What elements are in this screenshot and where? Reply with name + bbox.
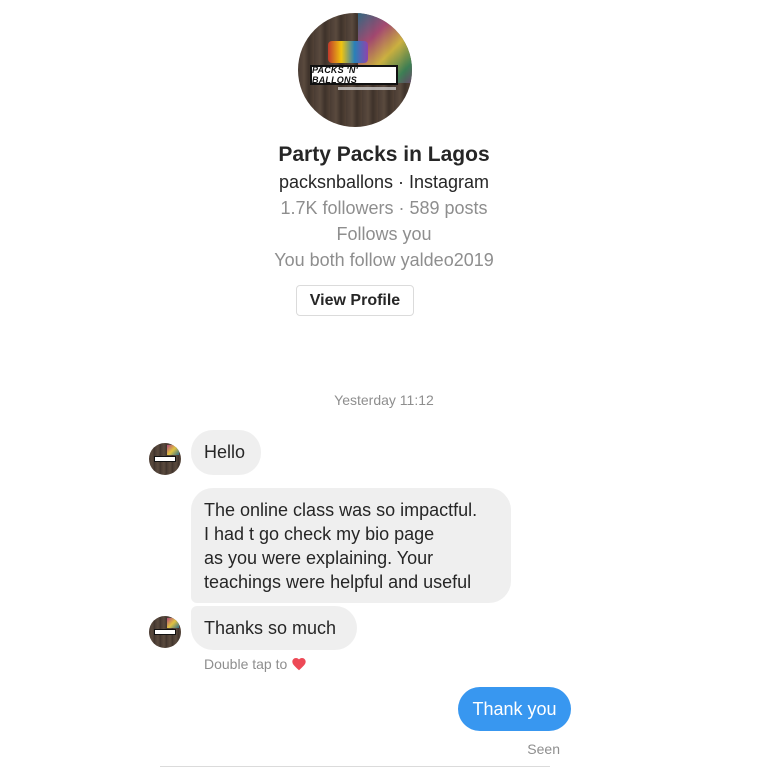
message-bubble-outgoing[interactable]: Thank you — [458, 687, 571, 731]
profile-handle: packsnballons · Instagram — [278, 172, 490, 192]
sender-avatar[interactable] — [149, 616, 181, 648]
brand-logo-tagline — [338, 87, 396, 90]
brand-logo — [154, 629, 176, 635]
mutual-follow-label: You both follow yaldeo2019 — [274, 250, 494, 270]
sender-avatar[interactable] — [149, 443, 181, 475]
message-bubble-incoming[interactable]: Thanks so much — [191, 606, 357, 650]
profile-stats: 1.7K followers · 589 posts — [280, 198, 488, 218]
brand-logo — [154, 456, 176, 462]
heart-icon — [292, 658, 306, 671]
message-line: I had t go check my bio page — [204, 524, 435, 544]
avatar-decoration — [167, 618, 179, 628]
avatar-decoration-balloons — [328, 41, 368, 63]
double-tap-hint[interactable]: Double tap to — [204, 656, 307, 672]
brand-logo-text: PACKS 'N' BALLONS — [312, 65, 358, 85]
seen-receipt: Seen — [527, 741, 560, 757]
message-line: The online class was so impactful. — [204, 500, 478, 520]
profile-avatar[interactable]: PACKS 'N' BALLONS — [298, 13, 412, 127]
view-profile-button[interactable]: View Profile — [296, 285, 414, 316]
message-line: as you were explaining. Your — [204, 548, 434, 568]
brand-logo: PACKS 'N' BALLONS — [310, 65, 398, 85]
profile-name: Party Packs in Lagos — [278, 143, 490, 166]
composer-divider — [160, 766, 550, 767]
avatar-decoration — [167, 445, 179, 455]
message-bubble-incoming[interactable]: The online class was so impactful. I had… — [191, 488, 511, 603]
double-tap-label: Double tap to — [204, 656, 288, 672]
follows-you-label: Follows you — [336, 224, 432, 244]
message-line: teachings were helpful and useful — [204, 572, 472, 592]
message-timestamp: Yesterday 11:12 — [334, 392, 434, 408]
message-bubble-incoming[interactable]: Hello — [191, 430, 261, 475]
